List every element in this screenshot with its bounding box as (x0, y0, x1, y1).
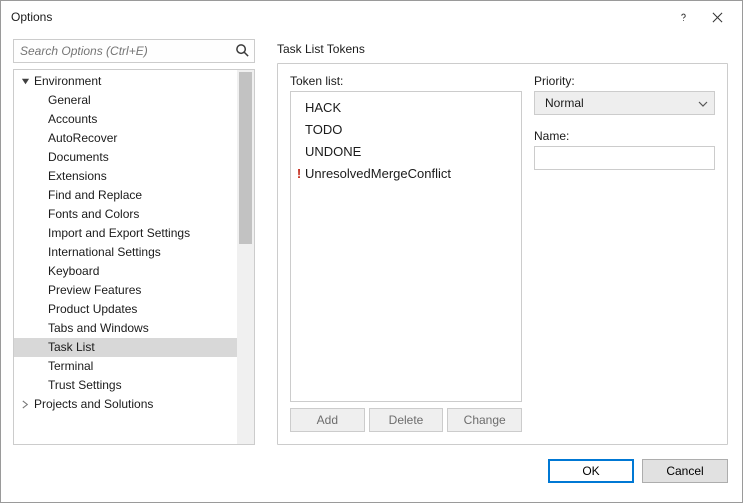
token-list-label: Token list: (290, 74, 522, 88)
tree-item[interactable]: Trust Settings (14, 376, 237, 395)
tree-item[interactable]: Preview Features (14, 281, 237, 300)
priority-select[interactable]: Normal (534, 91, 715, 115)
change-button[interactable]: Change (447, 408, 522, 432)
token-item[interactable]: !UnresolvedMergeConflict (291, 162, 521, 184)
priority-label: Priority: (534, 74, 715, 88)
name-input[interactable] (534, 146, 715, 170)
chevron-down-icon (698, 99, 708, 109)
scrollbar-track[interactable] (237, 70, 254, 444)
token-label: UnresolvedMergeConflict (305, 166, 451, 181)
dialog-footer: OK Cancel (1, 445, 742, 497)
titlebar: Options (1, 1, 742, 33)
tree-item[interactable]: AutoRecover (14, 129, 237, 148)
close-icon (712, 12, 723, 23)
tree-group-label: Environment (34, 72, 101, 91)
tree-item[interactable]: Tabs and Windows (14, 319, 237, 338)
ok-button[interactable]: OK (548, 459, 634, 483)
tree-item[interactable]: Documents (14, 148, 237, 167)
token-list[interactable]: HACKTODOUNDONE!UnresolvedMergeConflict (290, 91, 522, 402)
close-button[interactable] (700, 5, 734, 29)
sidebar: EnvironmentGeneralAccountsAutoRecoverDoc… (13, 39, 255, 445)
add-button[interactable]: Add (290, 408, 365, 432)
search-icon (235, 43, 250, 58)
tree-item[interactable]: Terminal (14, 357, 237, 376)
tree-item[interactable]: Accounts (14, 110, 237, 129)
tree-item[interactable]: International Settings (14, 243, 237, 262)
window-title: Options (11, 10, 52, 24)
collapsed-icon (18, 398, 32, 412)
token-label: TODO (305, 122, 342, 137)
tree-item[interactable]: General (14, 91, 237, 110)
panel-title: Task List Tokens (277, 39, 728, 59)
token-item[interactable]: UNDONE (291, 140, 521, 162)
tree-item[interactable]: Fonts and Colors (14, 205, 237, 224)
help-icon (678, 12, 689, 23)
priority-icon: ! (293, 166, 305, 181)
name-label: Name: (534, 129, 715, 143)
expanded-icon (18, 75, 32, 89)
tree-group-label: Projects and Solutions (34, 395, 153, 414)
main-panel: Task List Tokens Token list: HACK TODO UND… (255, 39, 728, 445)
tree-group[interactable]: Environment (14, 72, 237, 91)
token-label: HACK (305, 100, 341, 115)
tree-item[interactable]: Keyboard (14, 262, 237, 281)
scrollbar-thumb[interactable] (239, 72, 252, 244)
tree-item[interactable]: Extensions (14, 167, 237, 186)
tree-item[interactable]: Task List (14, 338, 237, 357)
token-item[interactable]: TODO (291, 118, 521, 140)
priority-value: Normal (545, 96, 584, 110)
token-item[interactable]: HACK (291, 96, 521, 118)
delete-button[interactable]: Delete (369, 408, 444, 432)
search-input[interactable] (13, 39, 255, 63)
tree-item[interactable]: Product Updates (14, 300, 237, 319)
tree-group[interactable]: Projects and Solutions (14, 395, 237, 414)
help-button[interactable] (666, 5, 700, 29)
token-label: UNDONE (305, 144, 361, 159)
tree-item[interactable]: Import and Export Settings (14, 224, 237, 243)
options-tree: EnvironmentGeneralAccountsAutoRecoverDoc… (13, 69, 255, 445)
tree-item[interactable]: Find and Replace (14, 186, 237, 205)
cancel-button[interactable]: Cancel (642, 459, 728, 483)
